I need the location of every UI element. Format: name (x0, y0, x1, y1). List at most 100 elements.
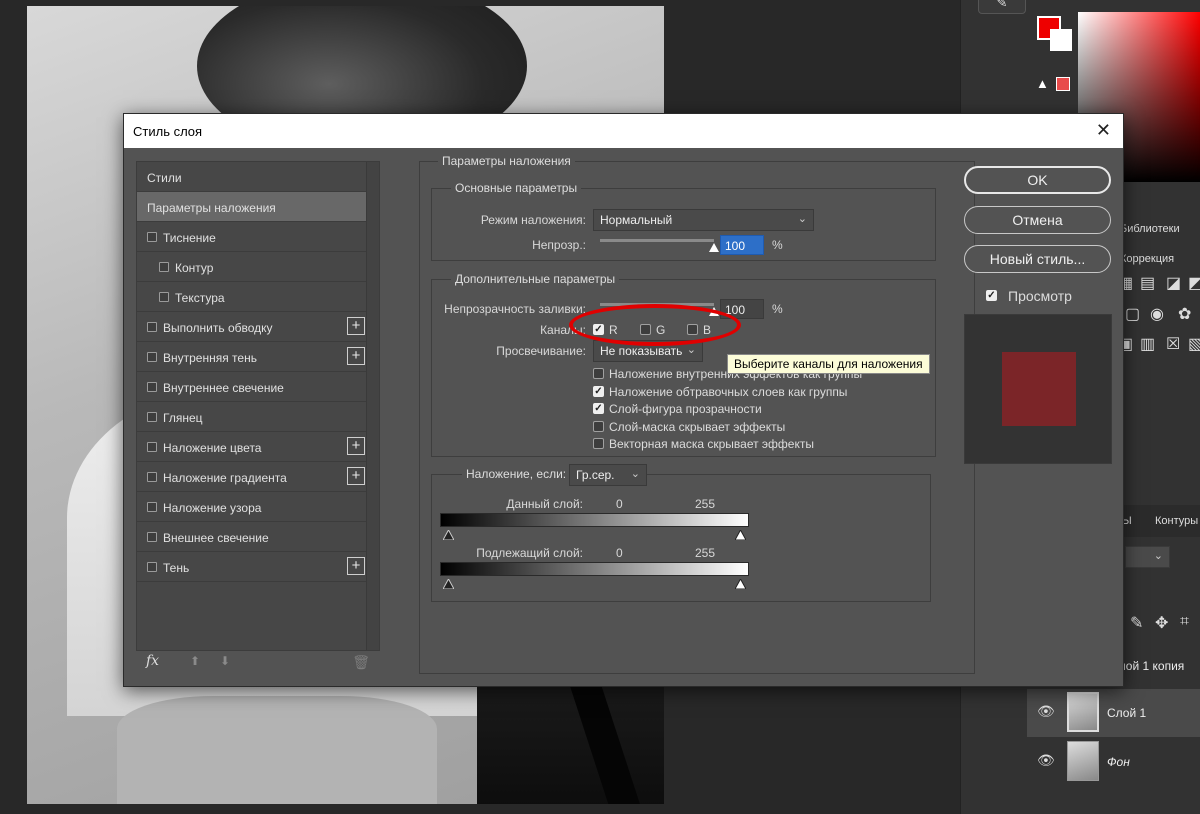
style-checkbox[interactable] (147, 232, 157, 242)
close-icon[interactable]: ✕ (1096, 120, 1111, 141)
style-checkbox[interactable] (147, 412, 157, 422)
option-checkbox[interactable] (593, 420, 604, 432)
style-checkbox[interactable] (159, 292, 169, 302)
dialog-titlebar[interactable]: Стиль слоя ✕ (124, 114, 1123, 148)
style-checkbox[interactable] (147, 502, 157, 512)
this-layer-gradient[interactable] (440, 513, 749, 527)
style-item[interactable]: Текстура (137, 282, 368, 312)
layer-row-background[interactable]: 👁 Фон (1027, 738, 1200, 786)
style-checkbox[interactable] (159, 262, 169, 272)
levels-icon[interactable]: ▤ (1140, 273, 1155, 293)
blending-options-panel: Параметры наложения Основные параметры Р… (419, 154, 975, 674)
this-layer-label: Данный слой: (506, 497, 583, 511)
styles-list: Стили Параметры наложения Тиснение Контур Те… (137, 162, 381, 582)
add-style-plus-icon[interactable]: + (347, 557, 365, 575)
style-item[interactable]: Внешнее свечение (137, 522, 368, 552)
style-checkbox[interactable] (147, 442, 157, 452)
style-checkbox[interactable] (147, 532, 157, 542)
preview-checkbox[interactable]: ✓ (986, 290, 997, 301)
underlying-black-slider[interactable] (443, 579, 454, 589)
bw-icon[interactable]: ▢ (1125, 304, 1140, 324)
layer-name: Слой 1 (1107, 706, 1147, 720)
style-item-label: Внутренняя тень (163, 351, 257, 365)
visibility-eye-icon[interactable]: 👁 (1037, 752, 1055, 769)
style-item[interactable]: Контур (137, 252, 368, 282)
option-checkbox[interactable]: ✓ (593, 403, 604, 414)
style-item-label: Контур (175, 261, 214, 275)
option-label: Векторная маска скрывает эффекты (609, 437, 814, 451)
gradient-map-icon[interactable]: ▧ (1188, 334, 1200, 354)
style-item[interactable]: Тиснение (137, 222, 368, 252)
style-checkbox[interactable] (147, 472, 157, 482)
move-down-icon[interactable]: ⬇ (220, 654, 230, 668)
style-item-label: Тень (163, 561, 190, 575)
style-item-label: Глянец (163, 411, 203, 425)
layer-name: Фон (1107, 755, 1130, 769)
lock-brush-icon[interactable]: ✎ (1130, 613, 1143, 633)
style-item[interactable]: Наложение градиента + (137, 462, 368, 492)
photo-filter-icon[interactable]: ◉ (1150, 304, 1164, 324)
style-item[interactable]: Наложение цвета + (137, 432, 368, 462)
underlying-gradient[interactable] (440, 562, 749, 576)
add-style-plus-icon[interactable]: + (347, 317, 365, 335)
style-item-label: Тиснение (163, 231, 216, 245)
posterize-icon[interactable]: ▥ (1140, 334, 1155, 354)
style-checkbox[interactable] (147, 562, 157, 572)
underlying-min: 0 (616, 546, 623, 560)
fill-opacity-label: Непрозрачность заливки: (444, 302, 586, 316)
trash-icon[interactable]: 🗑 (352, 654, 370, 671)
channel-mixer-icon[interactable]: ✿ (1178, 304, 1191, 324)
curves-icon[interactable]: ◪ (1166, 273, 1181, 293)
lock-move-icon[interactable]: ✥ (1155, 613, 1168, 633)
move-up-icon[interactable]: ⬆ (190, 654, 200, 668)
fill-opacity-unit: % (772, 302, 783, 316)
add-style-plus-icon[interactable]: + (347, 467, 365, 485)
tab-libraries[interactable]: Библиотеки (1120, 223, 1180, 235)
style-item-label: Выполнить обводку (163, 321, 273, 335)
exposure-icon[interactable]: ◩ (1188, 273, 1200, 293)
style-checkbox[interactable] (147, 322, 157, 332)
this-layer-black-slider[interactable] (443, 530, 454, 540)
this-layer-white-slider[interactable] (735, 530, 746, 540)
blend-if-select[interactable]: Гр.сер. ⌄ (569, 464, 647, 486)
add-style-plus-icon[interactable]: + (347, 437, 365, 455)
option-checkbox[interactable]: ✓ (593, 385, 604, 397)
threshold-icon[interactable]: ☒ (1166, 334, 1180, 354)
general-title: Основные параметры (451, 181, 582, 195)
underlying-white-slider[interactable] (735, 579, 746, 589)
background-color-swatch[interactable] (1050, 29, 1072, 51)
style-item[interactable]: Выполнить обводку + (137, 312, 368, 342)
style-item[interactable]: Внутреннее свечение (137, 372, 368, 402)
option-checkbox[interactable] (593, 368, 604, 379)
style-item[interactable]: Стили (137, 162, 368, 192)
lock-artboard-icon[interactable]: ⌗ (1180, 613, 1189, 631)
gamut-warning-swatch[interactable] (1056, 77, 1070, 91)
style-checkbox[interactable] (147, 382, 157, 392)
channels-tooltip: Выберите каналы для наложения (727, 354, 930, 374)
opacity-slider-thumb[interactable] (709, 243, 719, 252)
ok-button[interactable]: OK (964, 166, 1111, 194)
option-checkbox[interactable] (593, 438, 604, 449)
opacity-input[interactable]: 100 (720, 235, 764, 255)
style-item[interactable]: Тень + (137, 552, 368, 582)
tab-paths[interactable]: Контуры (1155, 515, 1198, 527)
style-item[interactable]: Глянец (137, 402, 368, 432)
option-label: Слой-фигура прозрачности (609, 402, 762, 416)
brush-tool-icon[interactable]: ✎ (978, 0, 1026, 14)
cancel-button[interactable]: Отмена (964, 206, 1111, 234)
style-item[interactable]: Параметры наложения (137, 192, 368, 222)
fx-icon[interactable]: fx (146, 653, 159, 669)
style-checkbox[interactable] (147, 352, 157, 362)
blend-mode-select[interactable]: Нормальный ⌄ (593, 209, 814, 231)
style-item[interactable]: Внутренняя тень + (137, 342, 368, 372)
visibility-eye-icon[interactable]: 👁 (1037, 703, 1055, 720)
styles-scrollbar[interactable] (366, 162, 379, 650)
layer-row-layer1[interactable]: 👁 Слой 1 (1027, 689, 1200, 737)
blend-mode-value: Нормальный (600, 213, 673, 227)
new-style-button[interactable]: Новый стиль... (964, 245, 1111, 273)
preview-swatch (1002, 352, 1076, 426)
style-item[interactable]: Наложение узора (137, 492, 368, 522)
layer-filter-select[interactable]: ⌄ (1125, 546, 1170, 568)
knockout-value: Не показывать (600, 344, 683, 358)
add-style-plus-icon[interactable]: + (347, 347, 365, 365)
